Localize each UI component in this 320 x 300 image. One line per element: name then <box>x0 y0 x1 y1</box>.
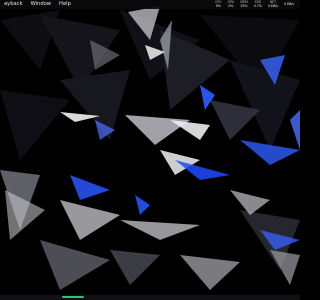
stat-gpu-value: 0% <box>228 3 234 8</box>
stat-cpu-value: 0% <box>215 3 221 8</box>
dock-active-indicator <box>62 296 84 298</box>
stat-net-up-value: 0 KB/s <box>267 3 278 8</box>
dock[interactable] <box>0 295 300 300</box>
stat-mem-value: 25% <box>240 3 248 8</box>
menu-item-window[interactable]: Window <box>27 0 55 9</box>
stat-net-up[interactable]: NET 0 KB/s <box>265 0 281 8</box>
desktop[interactable]: ayback Window Help CPU 0% GPU 0% MEM 25%… <box>0 0 300 300</box>
stat-ssd-value: 4.7% <box>253 3 262 8</box>
stat-net-down-value: 0 KB/s <box>283 1 294 6</box>
stat-net-down[interactable]: 0 KB/s <box>281 1 297 7</box>
app-menu: ayback Window Help <box>0 0 75 9</box>
stat-gpu[interactable]: GPU 0% <box>225 0 238 8</box>
menu-item-playback[interactable]: ayback <box>0 0 27 9</box>
stat-mem[interactable]: MEM 25% <box>237 0 251 8</box>
system-stats[interactable]: CPU 0% GPU 0% MEM 25% SSD 4.7% NET 0 KB/… <box>212 0 300 8</box>
stat-cpu[interactable]: CPU 0% <box>212 0 224 8</box>
stat-ssd[interactable]: SSD 4.7% <box>251 0 265 8</box>
wallpaper-crystal-shards <box>0 0 300 300</box>
menu-item-help[interactable]: Help <box>55 0 75 9</box>
menu-bar: ayback Window Help CPU 0% GPU 0% MEM 25%… <box>0 0 300 9</box>
